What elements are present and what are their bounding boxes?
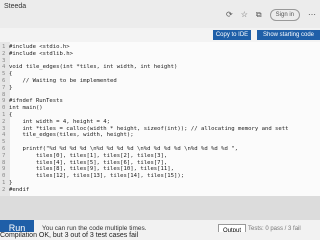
window-title: Steeda xyxy=(4,3,27,10)
code-line[interactable]: 2 #endif xyxy=(2,187,29,194)
code-line[interactable]: 4 void tile_edges(int *tiles, int width, … xyxy=(2,64,177,71)
code-text: // Waiting to be implemented xyxy=(9,78,117,84)
star-icon[interactable]: ☆ xyxy=(241,11,248,19)
code-text: #endif xyxy=(9,186,30,193)
code-text: tiles[4], tiles[5], tiles[6], tiles[7], xyxy=(9,159,168,166)
code-text: int main() xyxy=(9,105,43,112)
signin-button[interactable]: Sign in xyxy=(269,9,300,21)
copy-to-ide-button[interactable]: Copy to IDE xyxy=(213,30,251,40)
line-number: 2 xyxy=(2,186,6,193)
code-text: int width = 4, height = 4; xyxy=(9,118,111,125)
code-text: } xyxy=(9,84,13,91)
compile-status: Compilation OK, but 3 out of 3 test case… xyxy=(0,232,320,240)
code-text: void tile_edges(int *tiles, int width, i… xyxy=(9,64,178,71)
browser-topbar: Steeda ⟳ ☆ ⧉ Sign in ⋯ xyxy=(0,0,320,28)
browser-controls: ⟳ ☆ ⧉ Sign in ⋯ xyxy=(226,9,316,21)
code-text: { xyxy=(9,71,13,78)
code-text: int *tiles = calloc(width * height, size… xyxy=(9,125,289,132)
code-text: tiles[12], tiles[13], tiles[14], tiles[1… xyxy=(9,173,185,180)
code-line[interactable]: 4 tile_edges(tiles, width, height); xyxy=(2,132,134,139)
run-hint: You can run the code multiple times. xyxy=(42,225,147,232)
code-line[interactable]: 0 tiles[12], tiles[13], tiles[14], tiles… xyxy=(2,173,184,180)
more-icon[interactable]: ⋯ xyxy=(308,11,316,19)
show-starting-code-button[interactable]: Show starting code xyxy=(257,30,320,40)
code-text: } xyxy=(9,180,13,186)
code-line[interactable]: 2 #include <stdlib.h> xyxy=(2,51,73,58)
code-text: { xyxy=(9,112,13,118)
extensions-icon[interactable]: ⧉ xyxy=(256,11,262,19)
refresh-icon[interactable]: ⟳ xyxy=(226,11,233,19)
code-editor[interactable]: 1 #include <stdio.h> 2 #include <stdlib.h> 3… xyxy=(0,42,320,196)
code-text: printf("%d %d %d %d \n%d %d %d %d \n%d %… xyxy=(9,146,239,152)
code-text: tiles[8], tiles[9], tiles[10], tiles[11]… xyxy=(9,166,175,173)
code-text: #include <stdio.h> xyxy=(9,44,70,50)
code-text: tile_edges(tiles, width, height); xyxy=(9,132,134,139)
code-text: #ifndef RunTests xyxy=(9,98,63,105)
code-text: #include <stdlib.h> xyxy=(9,50,73,57)
code-text: tiles[0], tiles[1], tiles[2], tiles[3], xyxy=(9,152,168,159)
code-line[interactable]: 6 // Waiting to be implemented xyxy=(2,78,117,85)
